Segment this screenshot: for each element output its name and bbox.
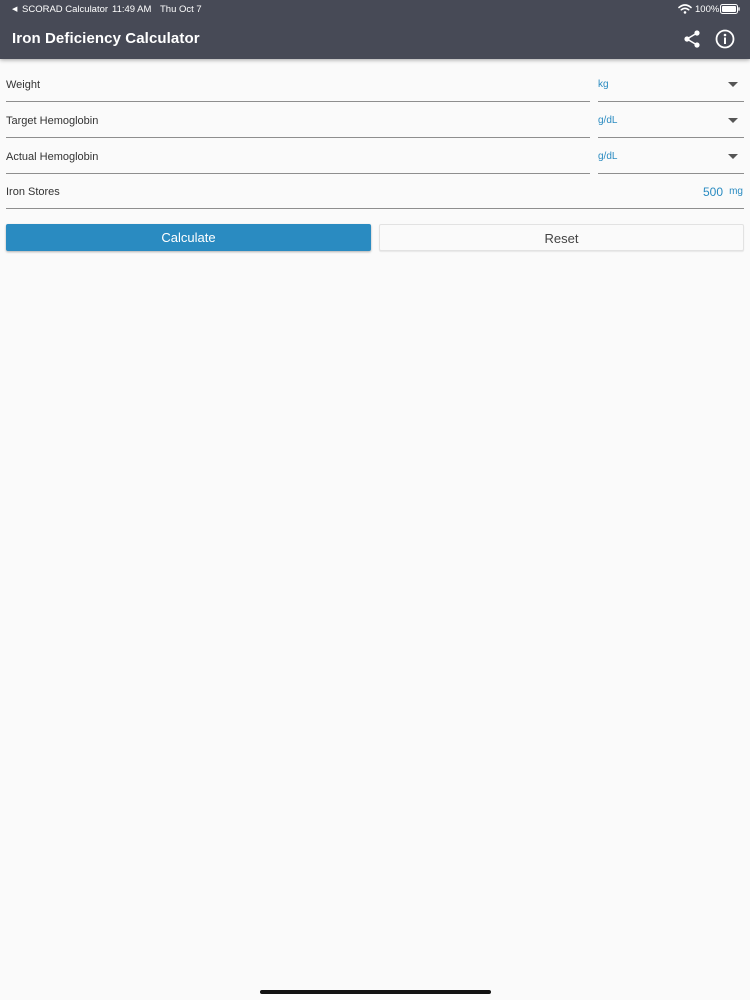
target-hemoglobin-input[interactable]: [6, 137, 590, 138]
weight-unit-underline: [598, 101, 744, 102]
weight-unit-select[interactable]: kg: [598, 79, 609, 90]
reset-button[interactable]: Reset: [379, 224, 744, 251]
iron-stores-label: Iron Stores: [6, 186, 60, 198]
status-bar: ◀ SCORAD Calculator 11:49 AM Thu Oct 7 1…: [0, 0, 750, 18]
wifi-icon: [678, 4, 692, 14]
weight-label: Weight: [6, 79, 41, 91]
chevron-down-icon[interactable]: [728, 154, 738, 159]
back-arrow-icon[interactable]: ◀: [12, 5, 17, 13]
target-hemoglobin-unit-select[interactable]: g/dL: [598, 115, 617, 126]
actual-hemoglobin-input[interactable]: [6, 173, 590, 174]
status-date: Thu Oct 7: [160, 3, 202, 15]
weight-input[interactable]: [6, 101, 590, 102]
actual-hemoglobin-label: Actual Hemoglobin: [6, 151, 99, 163]
target-hemoglobin-label: Target Hemoglobin: [6, 115, 99, 127]
status-time: 11:49 AM: [112, 3, 152, 15]
target-hemoglobin-unit-underline: [598, 137, 744, 138]
back-to-app-link[interactable]: SCORAD Calculator: [22, 4, 108, 15]
actual-hemoglobin-unit-underline: [598, 173, 744, 174]
page-title: Iron Deficiency Calculator: [12, 30, 200, 47]
chevron-down-icon[interactable]: [728, 82, 738, 87]
chevron-down-icon[interactable]: [728, 118, 738, 123]
actual-hemoglobin-unit-select[interactable]: g/dL: [598, 151, 617, 162]
iron-stores-input[interactable]: 500: [703, 185, 723, 199]
battery-percent: 100%: [695, 3, 720, 15]
battery-icon: [720, 3, 740, 14]
calculate-button[interactable]: Calculate: [6, 224, 371, 251]
app-bar: ◀ SCORAD Calculator 11:49 AM Thu Oct 7 1…: [0, 0, 750, 59]
info-icon[interactable]: [714, 28, 736, 50]
home-indicator[interactable]: [260, 990, 491, 994]
iron-stores-underline: [6, 208, 744, 209]
iron-stores-unit: mg: [729, 186, 743, 197]
share-icon[interactable]: [681, 28, 703, 50]
